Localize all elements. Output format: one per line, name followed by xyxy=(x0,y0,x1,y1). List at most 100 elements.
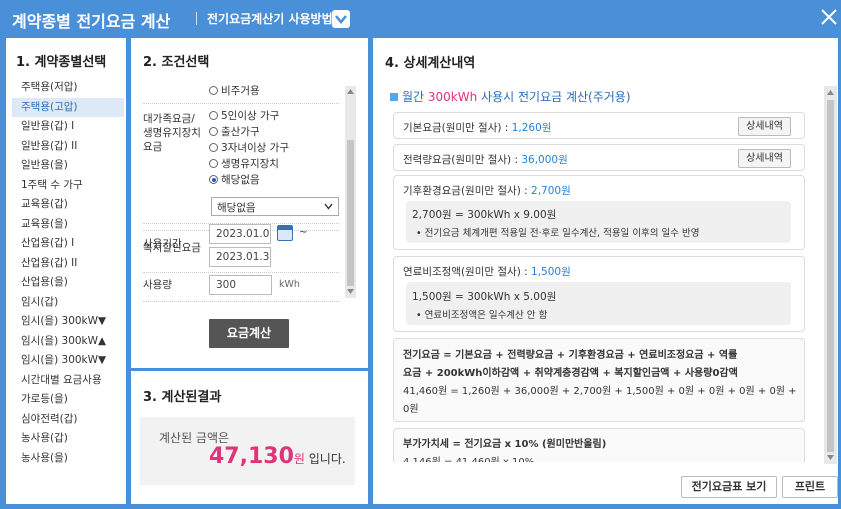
period-label: 사용기간 xyxy=(143,238,182,250)
contract-type-item[interactable]: 1주택 수 가구 xyxy=(12,176,124,196)
radio-label: 출산가구 xyxy=(221,126,260,138)
contract-type-item[interactable]: 산업용(갑) II xyxy=(12,254,124,274)
contract-type-item[interactable]: 심야전력(갑) xyxy=(12,410,124,430)
radio-label: 생명유지장치 xyxy=(221,158,279,170)
detail-scrollbar[interactable] xyxy=(824,86,837,464)
contract-type-item[interactable]: 일반용(갑) I xyxy=(12,117,124,137)
detail-heading: 4. 상세계산내역 xyxy=(385,56,476,71)
condition-heading: 2. 조건선택 xyxy=(143,55,210,70)
condition-scrollbar[interactable] xyxy=(345,86,356,298)
basic-fee-card: 기본요금(원미만 절사) : 1,260원 상세내역 xyxy=(393,112,805,139)
scroll-down-icon[interactable] xyxy=(347,289,354,294)
page-title: 계약종별 전기요금 계산 xyxy=(12,12,171,31)
radio-label: 3자녀이상 가구 xyxy=(221,142,289,154)
radio-family-option[interactable]: 출산가구 xyxy=(209,124,260,139)
divider xyxy=(143,272,339,273)
contract-type-item[interactable]: 산업용(을) xyxy=(12,273,124,293)
contract-type-item[interactable]: 임시(을) 300kW▼ xyxy=(12,312,124,332)
scroll-up-icon[interactable] xyxy=(827,90,834,95)
total-calc2: 0원 xyxy=(403,404,419,415)
contract-type-item[interactable]: 교육용(을) xyxy=(12,215,124,235)
detail-scroll-area: 월간 300kWh 사용시 전기요금 계산(주거용) 기본요금(원미만 절사) … xyxy=(373,84,823,462)
radio-family-option[interactable]: 5인이상 가구 xyxy=(209,108,279,123)
rate-table-button[interactable]: 전기요금표 보기 xyxy=(681,476,777,498)
energy-fee-label: 전력량요금(원미만 절사) : xyxy=(403,154,522,166)
total-card: 전기요금 = 기본요금 + 전력량요금 + 기후환경요금 + 연료비조정요금 +… xyxy=(393,338,805,422)
usage-guide-toggle[interactable] xyxy=(332,10,350,28)
contract-type-item[interactable]: 주택용(저압) xyxy=(12,78,124,98)
result-amount: 47,130 xyxy=(209,444,294,469)
climate-fee-label: 기후환경요금(원미만 절사) : xyxy=(403,185,532,197)
title-bar: 계약종별 전기요금 계산 전기요금계산기 사용방법 xyxy=(0,0,841,36)
usage-guide-link[interactable]: 전기요금계산기 사용방법 xyxy=(207,10,333,27)
radio-circle xyxy=(209,143,218,152)
energy-fee-value: 36,000원 xyxy=(521,154,568,166)
close-icon[interactable] xyxy=(821,9,837,25)
period-tilde: ~ xyxy=(299,227,308,238)
contract-type-panel: 1. 계약종별선택 주택용(저압) 주택용(고압) 일반용(갑) I 일반용(갑) I… xyxy=(6,38,126,504)
title-divider xyxy=(196,12,197,25)
condition-panel: 2. 조건선택 비주거용 대가족요금/ 생명유지장치 요금 5인이상 가구 출산가… xyxy=(131,38,368,368)
fuel-fee-label: 연료비조정액(원미만 절사) : xyxy=(403,266,532,278)
scroll-down-icon[interactable] xyxy=(827,455,834,460)
basic-fee-text: 기본요금(원미만 절사) : 1,260원 xyxy=(403,120,551,135)
contract-type-item[interactable]: 농사용(갑) xyxy=(12,429,124,449)
radio-circle xyxy=(209,127,218,136)
climate-fee-card: 기후환경요금(원미만 절사) : 2,700원 2,700원 = 300kWh … xyxy=(393,175,805,250)
calculate-button[interactable]: 요금계산 xyxy=(209,319,289,348)
usage-unit: kWh xyxy=(279,279,300,290)
contract-type-list: 주택용(저압) 주택용(고압) 일반용(갑) I 일반용(갑) II 일반용(을) 1주택… xyxy=(12,78,124,468)
contract-type-item[interactable]: 산업용(갑) I xyxy=(12,234,124,254)
contract-type-item[interactable]: 일반용(을) xyxy=(12,156,124,176)
contract-type-item[interactable]: 임시(을) 300kW▼ xyxy=(12,351,124,371)
radio-non-residential[interactable]: 비주거용 xyxy=(209,83,260,98)
radio-circle xyxy=(209,111,218,120)
climate-fee-text: 기후환경요금(원미만 절사) : 2,700원 xyxy=(403,183,571,198)
scrollbar-thumb[interactable] xyxy=(347,140,354,286)
chevron-down-icon xyxy=(324,203,333,210)
contract-type-item[interactable]: 주택용(고압) xyxy=(12,97,124,117)
basic-fee-value: 1,260원 xyxy=(511,122,552,134)
print-button[interactable]: 프린트 xyxy=(782,476,838,498)
energy-fee-text: 전력량요금(원미만 절사) : 36,000원 xyxy=(403,152,568,167)
divider xyxy=(143,103,339,104)
radio-family-option[interactable]: 생명유지장치 xyxy=(209,156,279,171)
energy-detail-button[interactable]: 상세내역 xyxy=(738,149,791,168)
radio-family-option[interactable]: 3자녀이상 가구 xyxy=(209,140,289,155)
vat-calc: 4,146원 = 41,460원 x 10% xyxy=(403,453,534,462)
welfare-select[interactable]: 해당없음 xyxy=(211,197,339,216)
contract-type-heading: 1. 계약종별선택 xyxy=(16,55,107,70)
contract-type-item[interactable]: 가로등(을) xyxy=(12,390,124,410)
result-panel: 3. 계산된결과 계산된 금액은 47,130원 입니다. xyxy=(131,371,368,504)
radio-family-option[interactable]: 해당없음 xyxy=(209,172,260,187)
divider xyxy=(143,301,339,302)
result-box: 계산된 금액은 47,130원 입니다. xyxy=(140,417,355,485)
welfare-select-value: 해당없음 xyxy=(217,202,256,214)
total-line1: 전기요금 = 기본요금 + 전력량요금 + 기후환경요금 + 연료비조정요금 +… xyxy=(403,350,738,361)
usage-input[interactable]: 300 xyxy=(209,275,272,295)
contract-type-item[interactable]: 임시(을) 300kW▲ xyxy=(12,332,124,352)
basic-detail-button[interactable]: 상세내역 xyxy=(738,117,791,136)
total-line2: 요금 + 200kWh이하감액 + 취약계층경감액 + 복지할인금액 + 사용량… xyxy=(403,368,738,379)
detail-panel: 4. 상세계산내역 월간 300kWh 사용시 전기요금 계산(주거용) 기본요… xyxy=(373,38,838,504)
contract-type-item[interactable]: 임시(갑) xyxy=(12,293,124,313)
fuel-formula: 1,500원 = 300kWh x 5.00원 xyxy=(412,291,557,303)
period-start-input[interactable]: 2023.01.01 xyxy=(209,224,271,244)
result-heading: 3. 계산된결과 xyxy=(143,390,222,405)
period-end-input[interactable]: 2023.01.31 xyxy=(209,247,271,267)
subheading-pre: 월간 xyxy=(402,90,428,104)
contract-type-item[interactable]: 농사용(을) xyxy=(12,449,124,469)
contract-type-item[interactable]: 일반용(갑) II xyxy=(12,137,124,157)
scrollbar-thumb[interactable] xyxy=(827,100,834,452)
climate-note: • 전기요금 체계개편 적용일 전·후로 일수계산, 적용일 이후의 일수 반영 xyxy=(416,228,700,239)
scroll-up-icon[interactable] xyxy=(347,89,354,94)
total-calc1: 41,460원 = 1,260원 + 36,000원 + 2,700원 + 1,… xyxy=(403,386,797,397)
result-amount-line: 47,130원 입니다. xyxy=(209,444,346,469)
calendar-icon[interactable] xyxy=(277,225,293,241)
contract-type-item[interactable]: 시간대별 요금사용 xyxy=(12,371,124,391)
contract-type-item[interactable]: 교육용(갑) xyxy=(12,195,124,215)
subheading-highlight: 300kWh xyxy=(427,90,478,104)
fuel-fee-value: 1,500원 xyxy=(531,266,571,278)
fuel-fee-text: 연료비조정액(원미만 절사) : 1,500원 xyxy=(403,264,571,279)
square-bullet-icon xyxy=(390,93,398,101)
